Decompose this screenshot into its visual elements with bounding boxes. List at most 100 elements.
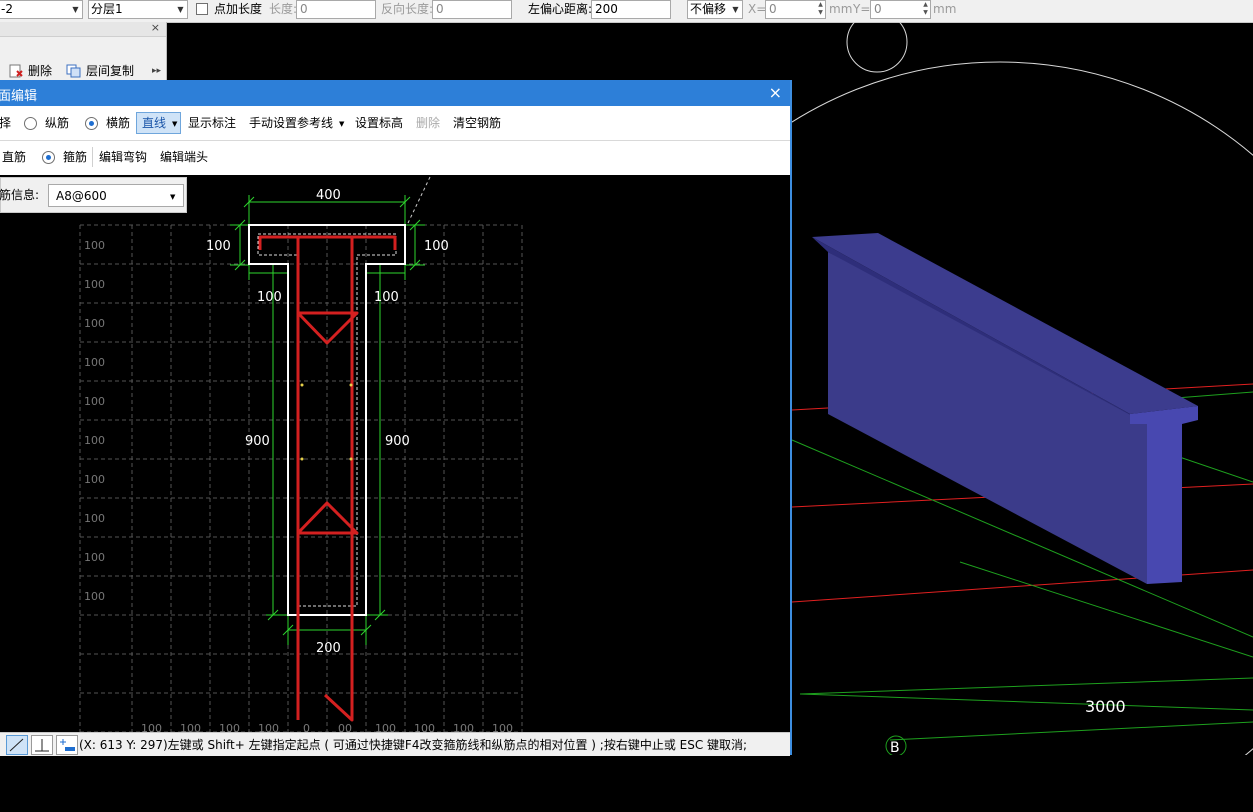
chevron-down-icon: ▼ [170, 193, 176, 201]
longitudinal-radio[interactable] [24, 117, 37, 130]
dim-web-left-height: 900 [245, 434, 270, 449]
dialog-toolbar-row2: 直筋 箍筋 编辑弯钩 编辑端头 [0, 141, 790, 175]
grid [79, 224, 523, 750]
dim-top: 400 [316, 188, 341, 203]
delete-button[interactable]: 删除 [28, 64, 52, 79]
line-type-label: 直线 [142, 116, 167, 130]
perpendicular-icon[interactable] [31, 735, 53, 755]
separator [92, 147, 93, 167]
top-toolbar: -2 ▼ 分层1 ▼ 点加长度 长度: 0 反向长度: 0 左偏心距离: 200… [0, 0, 1253, 23]
close-icon[interactable]: × [151, 21, 160, 34]
dim-bottom: 200 [316, 641, 341, 656]
dialog-title-bar: 面编辑 × [0, 80, 790, 106]
layer-combo-value: 分层1 [91, 2, 123, 16]
component-combo[interactable]: -2 ▼ [0, 0, 83, 19]
dim-web-left-step: 100 [257, 290, 282, 305]
length-input[interactable]: 0 [296, 0, 376, 19]
copy-layers-icon [66, 64, 82, 78]
x-label: X= [748, 2, 767, 16]
svg-text:100: 100 [84, 317, 105, 330]
dimension-3000: 3000 [1085, 697, 1126, 716]
component-combo-value: -2 [1, 2, 13, 16]
spinner-icon[interactable]: ▲ ▼ [816, 1, 825, 18]
rebar-info-label: 筋信息: [0, 188, 40, 202]
dialog-toolbar-row1: 择 纵筋 横筋 直线 ▼ 显示标注 手动设置参考线 ▼ 设置标高 删除 清空钢筋 [0, 106, 790, 141]
edit-hook-button[interactable]: 编辑弯钩 [99, 150, 147, 165]
edit-end-button[interactable]: 编辑端头 [160, 150, 208, 165]
chevron-down-icon: ▼ [172, 120, 178, 128]
copy-between-layers-button[interactable]: 层间复制 [86, 64, 134, 79]
chevron-down-icon[interactable]: ▼ [339, 117, 344, 132]
y-unit: mm [933, 2, 957, 16]
transverse-label: 横筋 [106, 116, 131, 130]
chevron-down-icon: ▼ [72, 5, 79, 14]
dialog-title: 面编辑 [0, 89, 38, 104]
grid-row-labels: 100 100 100 100 100 100 100 100 100 100 [84, 239, 105, 603]
transverse-radio[interactable] [85, 117, 98, 130]
add-length-checkbox[interactable] [196, 3, 208, 15]
y-label: Y= [853, 2, 871, 16]
left-offset-label: 左偏心距离: [528, 2, 593, 16]
stirrup-radio[interactable] [42, 151, 55, 164]
layer-combo[interactable]: 分层1 ▼ [88, 0, 188, 19]
set-elevation-button[interactable]: 设置标高 [355, 116, 403, 131]
straight-rebar-label[interactable]: 直筋 [2, 150, 26, 165]
clear-rebar-button[interactable]: 清空钢筋 [453, 116, 501, 131]
y-input[interactable]: 0 ▲ ▼ [870, 0, 931, 19]
green-axis-line [799, 693, 1253, 711]
rebar-info-combo[interactable]: A8@600 ▼ [48, 184, 184, 207]
add-point-icon[interactable] [56, 735, 78, 755]
reverse-length-label: 反向长度: [381, 2, 434, 16]
line-type-dropdown[interactable]: 直线 ▼ [136, 112, 181, 134]
add-length-label: 点加长度 [214, 2, 263, 16]
chevron-down-icon: ▼ [732, 5, 739, 14]
reverse-length-input[interactable]: 0 [432, 0, 512, 19]
view-cube-small-circle [846, 22, 908, 73]
manual-ref-line-button[interactable]: 手动设置参考线 [249, 116, 333, 131]
svg-text:100: 100 [84, 395, 105, 408]
x-value: 0 [769, 2, 777, 16]
section-edit-dialog: 面编辑 × 择 纵筋 横筋 直线 ▼ 显示标注 手动设置参考线 ▼ 设置标高 删… [0, 80, 792, 756]
section-drawing-canvas[interactable]: 100 100 100 100 100 100 100 100 100 100 … [0, 175, 790, 812]
svg-text:100: 100 [84, 473, 105, 486]
offset-combo-value: 不偏移 [690, 2, 727, 16]
svg-text:100: 100 [84, 590, 105, 603]
dim-flange-right: 100 [424, 239, 449, 254]
svg-text:100: 100 [84, 551, 105, 564]
line-draw-icon[interactable] [6, 735, 28, 755]
svg-text:100: 100 [84, 278, 105, 291]
delete-icon [8, 64, 24, 78]
y-value: 0 [874, 2, 882, 16]
svg-text:100: 100 [84, 239, 105, 252]
x-input[interactable]: 0 ▲ ▼ [765, 0, 826, 19]
delete-rebar-button[interactable]: 删除 [416, 116, 440, 131]
dim-web-right-step: 100 [374, 290, 399, 305]
status-bar: (X: 613 Y: 297)左键或 Shift+ 左键指定起点 ( 可通过快捷… [0, 732, 790, 756]
svg-text:100: 100 [84, 512, 105, 525]
dim-flange-left: 100 [206, 239, 231, 254]
select-button[interactable]: 择 [0, 116, 11, 131]
x-unit: mm [829, 2, 853, 16]
chevron-down-icon: ▼ [177, 5, 184, 14]
longitudinal-label: 纵筋 [45, 116, 70, 130]
length-label: 长度: [269, 2, 298, 16]
svg-text:100: 100 [84, 356, 105, 369]
spinner-icon[interactable]: ▲ ▼ [921, 1, 930, 18]
dim-web-right-height: 900 [385, 434, 410, 449]
left-offset-input[interactable]: 200 [591, 0, 671, 19]
left-panel-header: × [0, 21, 166, 37]
rebar-info-panel: 筋信息: A8@600 ▼ [0, 177, 187, 213]
leader-line [407, 176, 431, 224]
show-labels-button[interactable]: 显示标注 [188, 116, 236, 131]
rebar-info-value: A8@600 [56, 189, 107, 203]
red-axis-line [791, 569, 1253, 603]
green-axis-line [889, 721, 1253, 741]
status-message: (X: 613 Y: 297)左键或 Shift+ 左键指定起点 ( 可通过快捷… [79, 738, 748, 752]
axis-b-label: B [890, 740, 900, 755]
stirrup-label: 箍筋 [63, 150, 88, 164]
offset-combo[interactable]: 不偏移 ▼ [687, 0, 743, 19]
green-axis-line [959, 561, 1253, 658]
overflow-icon[interactable]: ▸▸ [152, 64, 161, 79]
left-panel: × 删除 层间复制 ▸▸ [0, 21, 167, 80]
close-icon[interactable]: × [769, 83, 782, 102]
